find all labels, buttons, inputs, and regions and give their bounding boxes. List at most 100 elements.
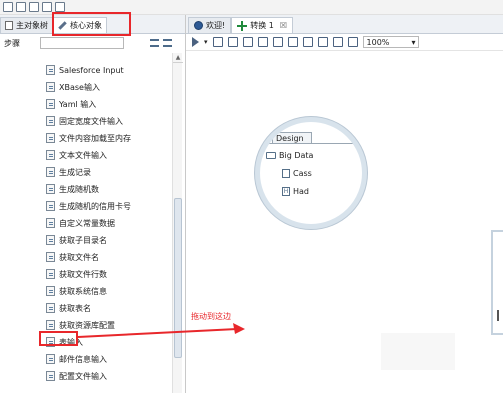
tree-item-generate-random[interactable]: 生成随机数 <box>46 182 99 196</box>
replay-icon[interactable] <box>272 37 283 47</box>
transformation-canvas[interactable] <box>186 51 503 393</box>
save-as-icon[interactable] <box>55 2 65 12</box>
tree-item-label: 文件内容加载至内存 <box>59 133 131 143</box>
lens-row-big-data[interactable]: Big Data <box>266 151 313 160</box>
tree-item-get-file-names[interactable]: 获取文件名 <box>46 250 99 264</box>
tree-item-get-subfolder-names[interactable]: 获取子目录名 <box>46 233 107 247</box>
blurred-area <box>381 333 455 370</box>
step-search-input[interactable] <box>40 37 124 49</box>
tab-label: 欢迎! <box>206 21 226 30</box>
tree-item-label: 获取系统信息 <box>59 286 107 296</box>
transformation-icon <box>237 20 248 31</box>
tree-item-label: 获取文件行数 <box>59 269 107 279</box>
tree-item-get-table-names[interactable]: 获取表名 <box>46 301 91 315</box>
stop-icon[interactable] <box>227 37 238 47</box>
lens-row-hadoop[interactable]: H Had <box>282 187 309 196</box>
step-icon <box>46 252 55 262</box>
zoom-select[interactable]: 100% ▾ <box>362 36 419 48</box>
run-icon[interactable] <box>192 37 199 47</box>
impact-icon[interactable] <box>302 37 313 47</box>
preview-icon[interactable] <box>242 37 253 47</box>
run-dropdown-icon[interactable]: ▾ <box>204 38 208 46</box>
tree-item-salesforce-input[interactable]: Salesforce Input <box>46 63 124 77</box>
step-icon <box>46 65 55 75</box>
grid-icon[interactable] <box>347 37 358 47</box>
new-file-icon[interactable] <box>3 2 13 12</box>
tab-main-object-tree[interactable]: 主对象树 <box>0 17 53 33</box>
canvas-toolbar: ▾ 100% ▾ <box>186 34 503 51</box>
drag-arrow-icon <box>77 323 245 338</box>
lens-row-label: Big Data <box>279 151 314 160</box>
tree-item-label: 邮件信息输入 <box>59 354 107 364</box>
save-icon[interactable] <box>42 2 52 12</box>
collapse-icon[interactable] <box>150 39 159 47</box>
tree-scrollbar[interactable]: ▲ <box>172 53 183 393</box>
step-icon <box>46 354 55 364</box>
tree-item-load-file-to-memory[interactable]: 文件内容加载至内存 <box>46 131 131 145</box>
debug-icon[interactable] <box>257 37 268 47</box>
lens-divider <box>260 143 362 144</box>
step-icon <box>46 116 55 126</box>
design-view-lens: Design Big Data Cass H Had <box>255 117 367 229</box>
tree-item-generate-credit-card[interactable]: 生成随机的信用卡号 <box>46 199 131 213</box>
tree-item-config-file-input[interactable]: 配置文件输入 <box>46 369 107 383</box>
editor-tabs: 欢迎! 转换 1 ☒ <box>186 15 503 34</box>
step-icon <box>46 201 55 211</box>
folder-icon <box>266 152 276 159</box>
tree-item-label: Salesforce Input <box>59 65 124 75</box>
tree-item-xbase-input[interactable]: XBase输入 <box>46 80 100 94</box>
tree-item-label: 获取文件名 <box>59 252 99 262</box>
sql-icon[interactable] <box>317 37 328 47</box>
tab-transformation-1[interactable]: 转换 1 ☒ <box>231 17 294 33</box>
lens-row-cassandra[interactable]: Cass <box>282 169 312 178</box>
step-icon <box>46 320 55 330</box>
tree-item-fixed-width-input[interactable]: 固定宽度文件输入 <box>46 114 123 128</box>
close-tab-icon[interactable]: ☒ <box>280 21 287 30</box>
zoom-value: 100% <box>366 37 390 47</box>
tab-welcome[interactable]: 欢迎! <box>188 17 232 33</box>
step-icon <box>46 218 55 228</box>
expand-icon[interactable] <box>163 39 172 47</box>
tree-item-custom-constants[interactable]: 自定义常量数据 <box>46 216 115 230</box>
design-tab[interactable]: Design <box>272 132 312 143</box>
step-icon <box>46 99 55 109</box>
tree-item-mail-info-input[interactable]: 邮件信息输入 <box>46 352 107 366</box>
tree-item-label: 获取表名 <box>59 303 91 313</box>
scroll-up-arrow-icon[interactable]: ▲ <box>173 53 183 63</box>
explore-icon[interactable] <box>29 2 39 12</box>
open-folder-icon[interactable] <box>16 2 26 12</box>
tab-label: 主对象树 <box>16 21 48 30</box>
pause-icon[interactable] <box>212 37 223 47</box>
tree-item-get-file-row-count[interactable]: 获取文件行数 <box>46 267 107 281</box>
tree-item-label: 生成记录 <box>59 167 91 177</box>
welcome-circle-icon <box>194 21 203 30</box>
tree-item-yaml-input[interactable]: Yaml 输入 <box>46 97 96 111</box>
tree-item-label: XBase输入 <box>59 82 100 92</box>
step-icon <box>46 269 55 279</box>
tree-item-label: Yaml 输入 <box>59 99 97 109</box>
lens-row-label: Had <box>293 187 309 196</box>
highlight-table-input <box>39 331 78 346</box>
step-icon <box>282 169 290 178</box>
step-icon <box>46 150 55 160</box>
tree-item-text-file-input[interactable]: 文本文件输入 <box>46 148 107 162</box>
chevron-down-icon: ▾ <box>411 37 416 47</box>
step-icon <box>46 184 55 194</box>
tree-item-generate-records[interactable]: 生成记录 <box>46 165 91 179</box>
tree-item-get-system-info[interactable]: 获取系统信息 <box>46 284 107 298</box>
tree-item-label: 配置文件输入 <box>59 371 107 381</box>
hadoop-icon: H <box>282 187 290 196</box>
verify-icon[interactable] <box>287 37 298 47</box>
step-label: 步骤 <box>4 38 20 48</box>
step-icon <box>46 303 55 313</box>
step-tree: Salesforce Input XBase输入 Yaml 输入 固定宽度文件输… <box>0 53 186 393</box>
step-icon <box>46 167 55 177</box>
step-icon <box>46 371 55 381</box>
step-icon <box>46 82 55 92</box>
tree-item-label: 生成随机的信用卡号 <box>59 201 131 211</box>
step-icon <box>46 235 55 245</box>
explore-db-icon[interactable] <box>332 37 343 47</box>
tree-item-label: 固定宽度文件输入 <box>59 116 123 126</box>
step-icons <box>150 39 172 47</box>
step-icon <box>46 133 55 143</box>
